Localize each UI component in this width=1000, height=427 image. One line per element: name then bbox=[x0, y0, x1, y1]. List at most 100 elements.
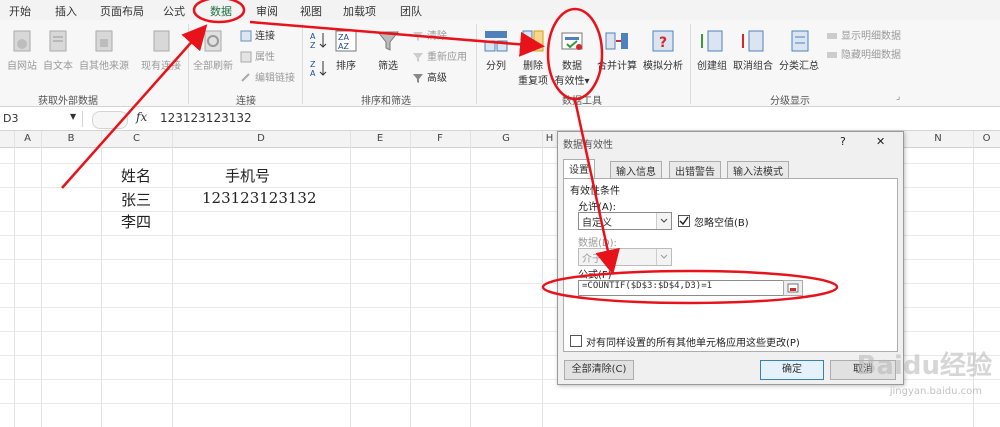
collapse-dialog-icon[interactable] bbox=[783, 280, 803, 296]
data-validation-dialog: 数据有效性 ? ✕ 设置 输入信息 出错警告 输入法模式 有效性条件 允许(A)… bbox=[557, 131, 904, 385]
text-to-columns-button[interactable]: 分列 bbox=[480, 28, 512, 72]
validation-criteria-heading: 有效性条件 bbox=[570, 186, 620, 197]
sort-az-icon[interactable]: AZ bbox=[309, 30, 329, 53]
col-header-c[interactable]: C bbox=[101, 133, 172, 144]
col-header-h[interactable]: H bbox=[542, 133, 557, 144]
ok-label: 确定 bbox=[782, 364, 802, 375]
reapply-icon bbox=[413, 53, 423, 62]
cell-c3[interactable]: 张三 bbox=[121, 189, 151, 210]
ok-button[interactable]: 确定 bbox=[760, 360, 824, 380]
group-button[interactable]: 创建组 bbox=[694, 28, 730, 72]
consolidate-label: 合并计算 bbox=[597, 61, 637, 72]
close-icon[interactable]: ✕ bbox=[876, 135, 885, 148]
properties-button[interactable]: 属性 bbox=[240, 48, 275, 63]
tab-data[interactable]: 数据 bbox=[210, 3, 232, 19]
remove-duplicates-button[interactable]: 删除 重复项 bbox=[513, 28, 553, 87]
group-label: 创建组 bbox=[697, 61, 727, 72]
dialog-tab-error-alert[interactable]: 出错警告 bbox=[669, 161, 721, 179]
reapply-label: 重新应用 bbox=[427, 52, 467, 63]
apply-all-checkbox[interactable] bbox=[570, 335, 582, 347]
consolidate-icon bbox=[605, 32, 628, 50]
tab-view[interactable]: 视图 bbox=[300, 3, 322, 19]
clear-filter-button[interactable]: 清除 bbox=[412, 27, 447, 42]
what-if-analysis-button[interactable]: ? 模拟分析 bbox=[640, 28, 686, 72]
from-text-label: 自文本 bbox=[43, 61, 73, 72]
svg-text:AZ: AZ bbox=[338, 42, 349, 51]
remove-duplicates-label-2: 重复项 bbox=[518, 76, 548, 87]
show-detail-button[interactable]: 显示明细数据 bbox=[826, 27, 901, 42]
fx-icon[interactable]: fx bbox=[136, 110, 147, 124]
dialog-tab-input-message[interactable]: 输入信息 bbox=[610, 161, 662, 179]
connections-icon bbox=[240, 30, 252, 42]
col-header-g[interactable]: G bbox=[470, 133, 542, 144]
formula-input[interactable]: 123123123132 bbox=[160, 111, 252, 125]
from-other-sources-button[interactable]: 自其他来源 bbox=[77, 28, 131, 72]
advanced-filter-button[interactable]: 高级 bbox=[412, 69, 447, 84]
grid-line bbox=[350, 131, 351, 427]
select-all-corner[interactable] bbox=[0, 131, 15, 147]
refresh-all-button[interactable]: 全部刷新 bbox=[192, 28, 234, 72]
from-text-button[interactable]: 自文本 bbox=[40, 28, 76, 72]
chevron-down-icon[interactable] bbox=[656, 249, 671, 265]
tab-review[interactable]: 审阅 bbox=[256, 3, 278, 19]
what-if-icon: ? bbox=[652, 30, 674, 52]
other-sources-icon bbox=[95, 30, 113, 52]
grid-line bbox=[542, 131, 543, 427]
hide-detail-button[interactable]: 隐藏明细数据 bbox=[826, 46, 901, 61]
name-box[interactable]: D3 ▼ bbox=[0, 111, 83, 127]
subtotal-label: 分类汇总 bbox=[779, 61, 819, 72]
edit-links-label: 编辑链接 bbox=[255, 73, 295, 84]
tab-team[interactable]: 团队 bbox=[400, 3, 422, 19]
data-validation-button[interactable]: 数据 有效性▾ bbox=[553, 28, 591, 87]
cell-d2[interactable]: 手机号 bbox=[225, 165, 270, 186]
tab-insert[interactable]: 插入 bbox=[55, 3, 77, 19]
col-header-b[interactable]: B bbox=[41, 133, 101, 144]
consolidate-button[interactable]: 合并计算 bbox=[594, 28, 640, 72]
tab-home[interactable]: 开始 bbox=[9, 3, 31, 19]
col-header-n[interactable]: N bbox=[903, 133, 973, 144]
col-header-d[interactable]: D bbox=[172, 133, 350, 144]
formula-bar-splitter[interactable] bbox=[92, 111, 128, 129]
formula-input-field[interactable]: =COUNTIF($D$3:$D$4,D3)=1 bbox=[578, 280, 802, 296]
dialog-tab-settings[interactable]: 设置 bbox=[563, 159, 595, 179]
ribbon-divider bbox=[690, 24, 691, 104]
ungroup-label: 取消组合 bbox=[733, 61, 773, 72]
col-header-a[interactable]: A bbox=[14, 133, 41, 144]
tab-addins[interactable]: 加载项 bbox=[343, 3, 376, 19]
dialog-tab-ime-mode[interactable]: 输入法模式 bbox=[727, 161, 789, 179]
cell-c2[interactable]: 姓名 bbox=[121, 165, 151, 186]
sort-za-icon[interactable]: ZA bbox=[309, 58, 329, 81]
from-web-button[interactable]: 自网站 bbox=[3, 28, 41, 72]
hide-detail-icon bbox=[827, 52, 837, 58]
help-icon[interactable]: ? bbox=[840, 135, 846, 148]
tab-formulas[interactable]: 公式 bbox=[163, 3, 185, 19]
allow-select[interactable]: 自定义 bbox=[578, 212, 672, 230]
ungroup-button[interactable]: 取消组合 bbox=[730, 28, 776, 72]
filter-button[interactable]: 筛选 bbox=[373, 28, 403, 72]
chevron-down-icon[interactable] bbox=[656, 213, 671, 229]
tab-page-layout[interactable]: 页面布局 bbox=[100, 3, 144, 19]
existing-connections-button[interactable]: 现有连接 bbox=[138, 28, 184, 72]
sort-button[interactable]: ZA AZ 排序 bbox=[331, 28, 361, 72]
col-header-e[interactable]: E bbox=[350, 133, 410, 144]
ignore-blank-checkbox[interactable] bbox=[678, 215, 690, 227]
reapply-button[interactable]: 重新应用 bbox=[412, 48, 467, 63]
connections-button[interactable]: 连接 bbox=[240, 27, 275, 42]
baidu-watermark: Baidu经验 bbox=[856, 351, 992, 381]
chevron-down-icon[interactable]: ▼ bbox=[70, 112, 76, 121]
from-other-sources-label: 自其他来源 bbox=[79, 61, 129, 72]
cell-d3[interactable]: 123123123132 bbox=[202, 189, 317, 207]
clear-all-button[interactable]: 全部清除(C) bbox=[564, 360, 634, 380]
remove-duplicates-label-1: 删除 bbox=[523, 61, 543, 72]
col-header-o[interactable]: O bbox=[973, 133, 1000, 144]
formula-bar bbox=[0, 108, 1000, 131]
edit-links-button[interactable]: 编辑链接 bbox=[240, 69, 295, 84]
col-header-f[interactable]: F bbox=[410, 133, 470, 144]
ungroup-icon bbox=[742, 30, 764, 52]
data-select[interactable]: 介于 bbox=[578, 248, 672, 266]
dialog-launcher-icon[interactable]: ⌟ bbox=[896, 92, 900, 102]
ribbon-tab-bar: 开始 插入 页面布局 公式 数据 审阅 视图 加载项 团队 bbox=[0, 0, 1000, 20]
cell-c4[interactable]: 李四 bbox=[121, 211, 151, 232]
subtotal-button[interactable]: 分类汇总 bbox=[776, 28, 822, 72]
clear-filter-icon bbox=[413, 32, 423, 41]
